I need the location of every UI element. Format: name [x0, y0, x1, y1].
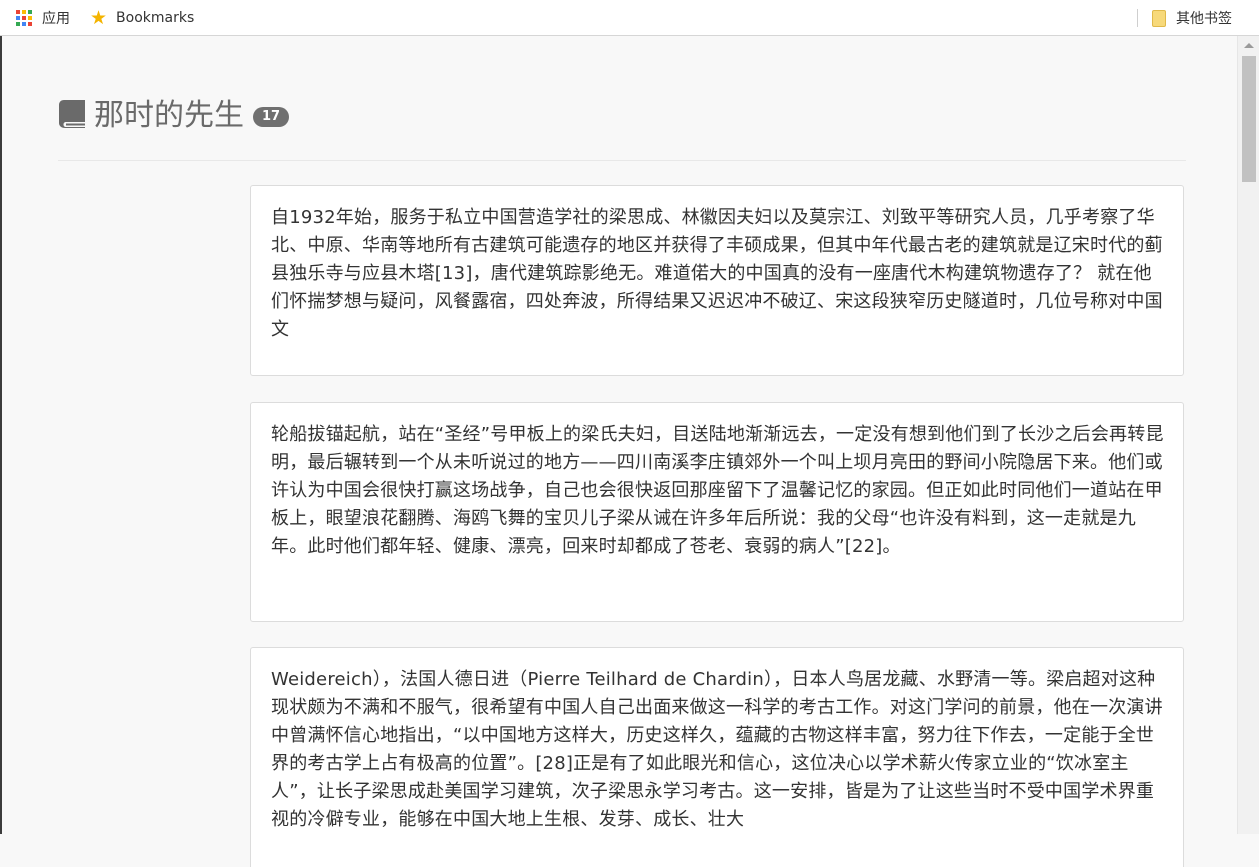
bookmark-apps-label: 应用: [42, 11, 70, 27]
bookmarks-bar: 应用 ★ Bookmarks 其他书签: [0, 0, 1259, 36]
excerpt-text: Weidereich），法国人德日进（Pierre Teilhard de Ch…: [271, 669, 1163, 830]
page-title: 那时的先生: [94, 98, 244, 133]
apps-dot: [28, 10, 32, 14]
excerpt-text: 轮船拔锚起航，站在“圣经”号甲板上的梁氏夫妇，目送陆地渐渐远去，一定没有想到他们…: [271, 424, 1164, 557]
vertical-scrollbar[interactable]: [1237, 36, 1259, 834]
excerpt-text: 自1932年始，服务于私立中国营造学社的梁思成、林徽因夫妇以及莫宗江、刘致平等研…: [271, 207, 1163, 340]
apps-dot: [22, 10, 26, 14]
bookmark-apps[interactable]: 应用: [16, 0, 70, 36]
excerpt-card[interactable]: 自1932年始，服务于私立中国营造学社的梁思成、林徽因夫妇以及莫宗江、刘致平等研…: [250, 185, 1184, 376]
count-badge: 17: [253, 107, 290, 127]
apps-dot: [22, 16, 26, 20]
bookmark-other[interactable]: 其他书签: [1152, 0, 1232, 36]
scroll-thumb[interactable]: [1242, 56, 1256, 182]
excerpt-card[interactable]: 轮船拔锚起航，站在“圣经”号甲板上的梁氏夫妇，目送陆地渐渐远去，一定没有想到他们…: [250, 402, 1184, 622]
page-header: 那时的先生 17: [58, 96, 1186, 161]
scroll-up-arrow-icon[interactable]: [1244, 43, 1254, 48]
bookmarks-divider: [1137, 9, 1138, 27]
apps-dot: [22, 22, 26, 26]
apps-dot: [16, 22, 20, 26]
folder-icon: [1152, 9, 1166, 27]
bookmark-bookmarks[interactable]: ★ Bookmarks: [90, 0, 194, 36]
excerpt-card[interactable]: Weidereich），法国人德日进（Pierre Teilhard de Ch…: [250, 647, 1184, 867]
star-icon: ★: [90, 6, 108, 29]
book-icon: [59, 100, 85, 128]
apps-dot: [16, 10, 20, 14]
apps-grid-icon: [16, 10, 32, 26]
bookmark-bookmarks-label: Bookmarks: [116, 10, 195, 26]
bookmark-other-label: 其他书签: [1176, 11, 1232, 27]
page-viewport[interactable]: 那时的先生 17 自1932年始，服务于私立中国营造学社的梁思成、林徽因夫妇以及…: [0, 36, 1259, 867]
apps-dot: [16, 16, 20, 20]
apps-dot: [28, 22, 32, 26]
apps-dot: [28, 16, 32, 20]
